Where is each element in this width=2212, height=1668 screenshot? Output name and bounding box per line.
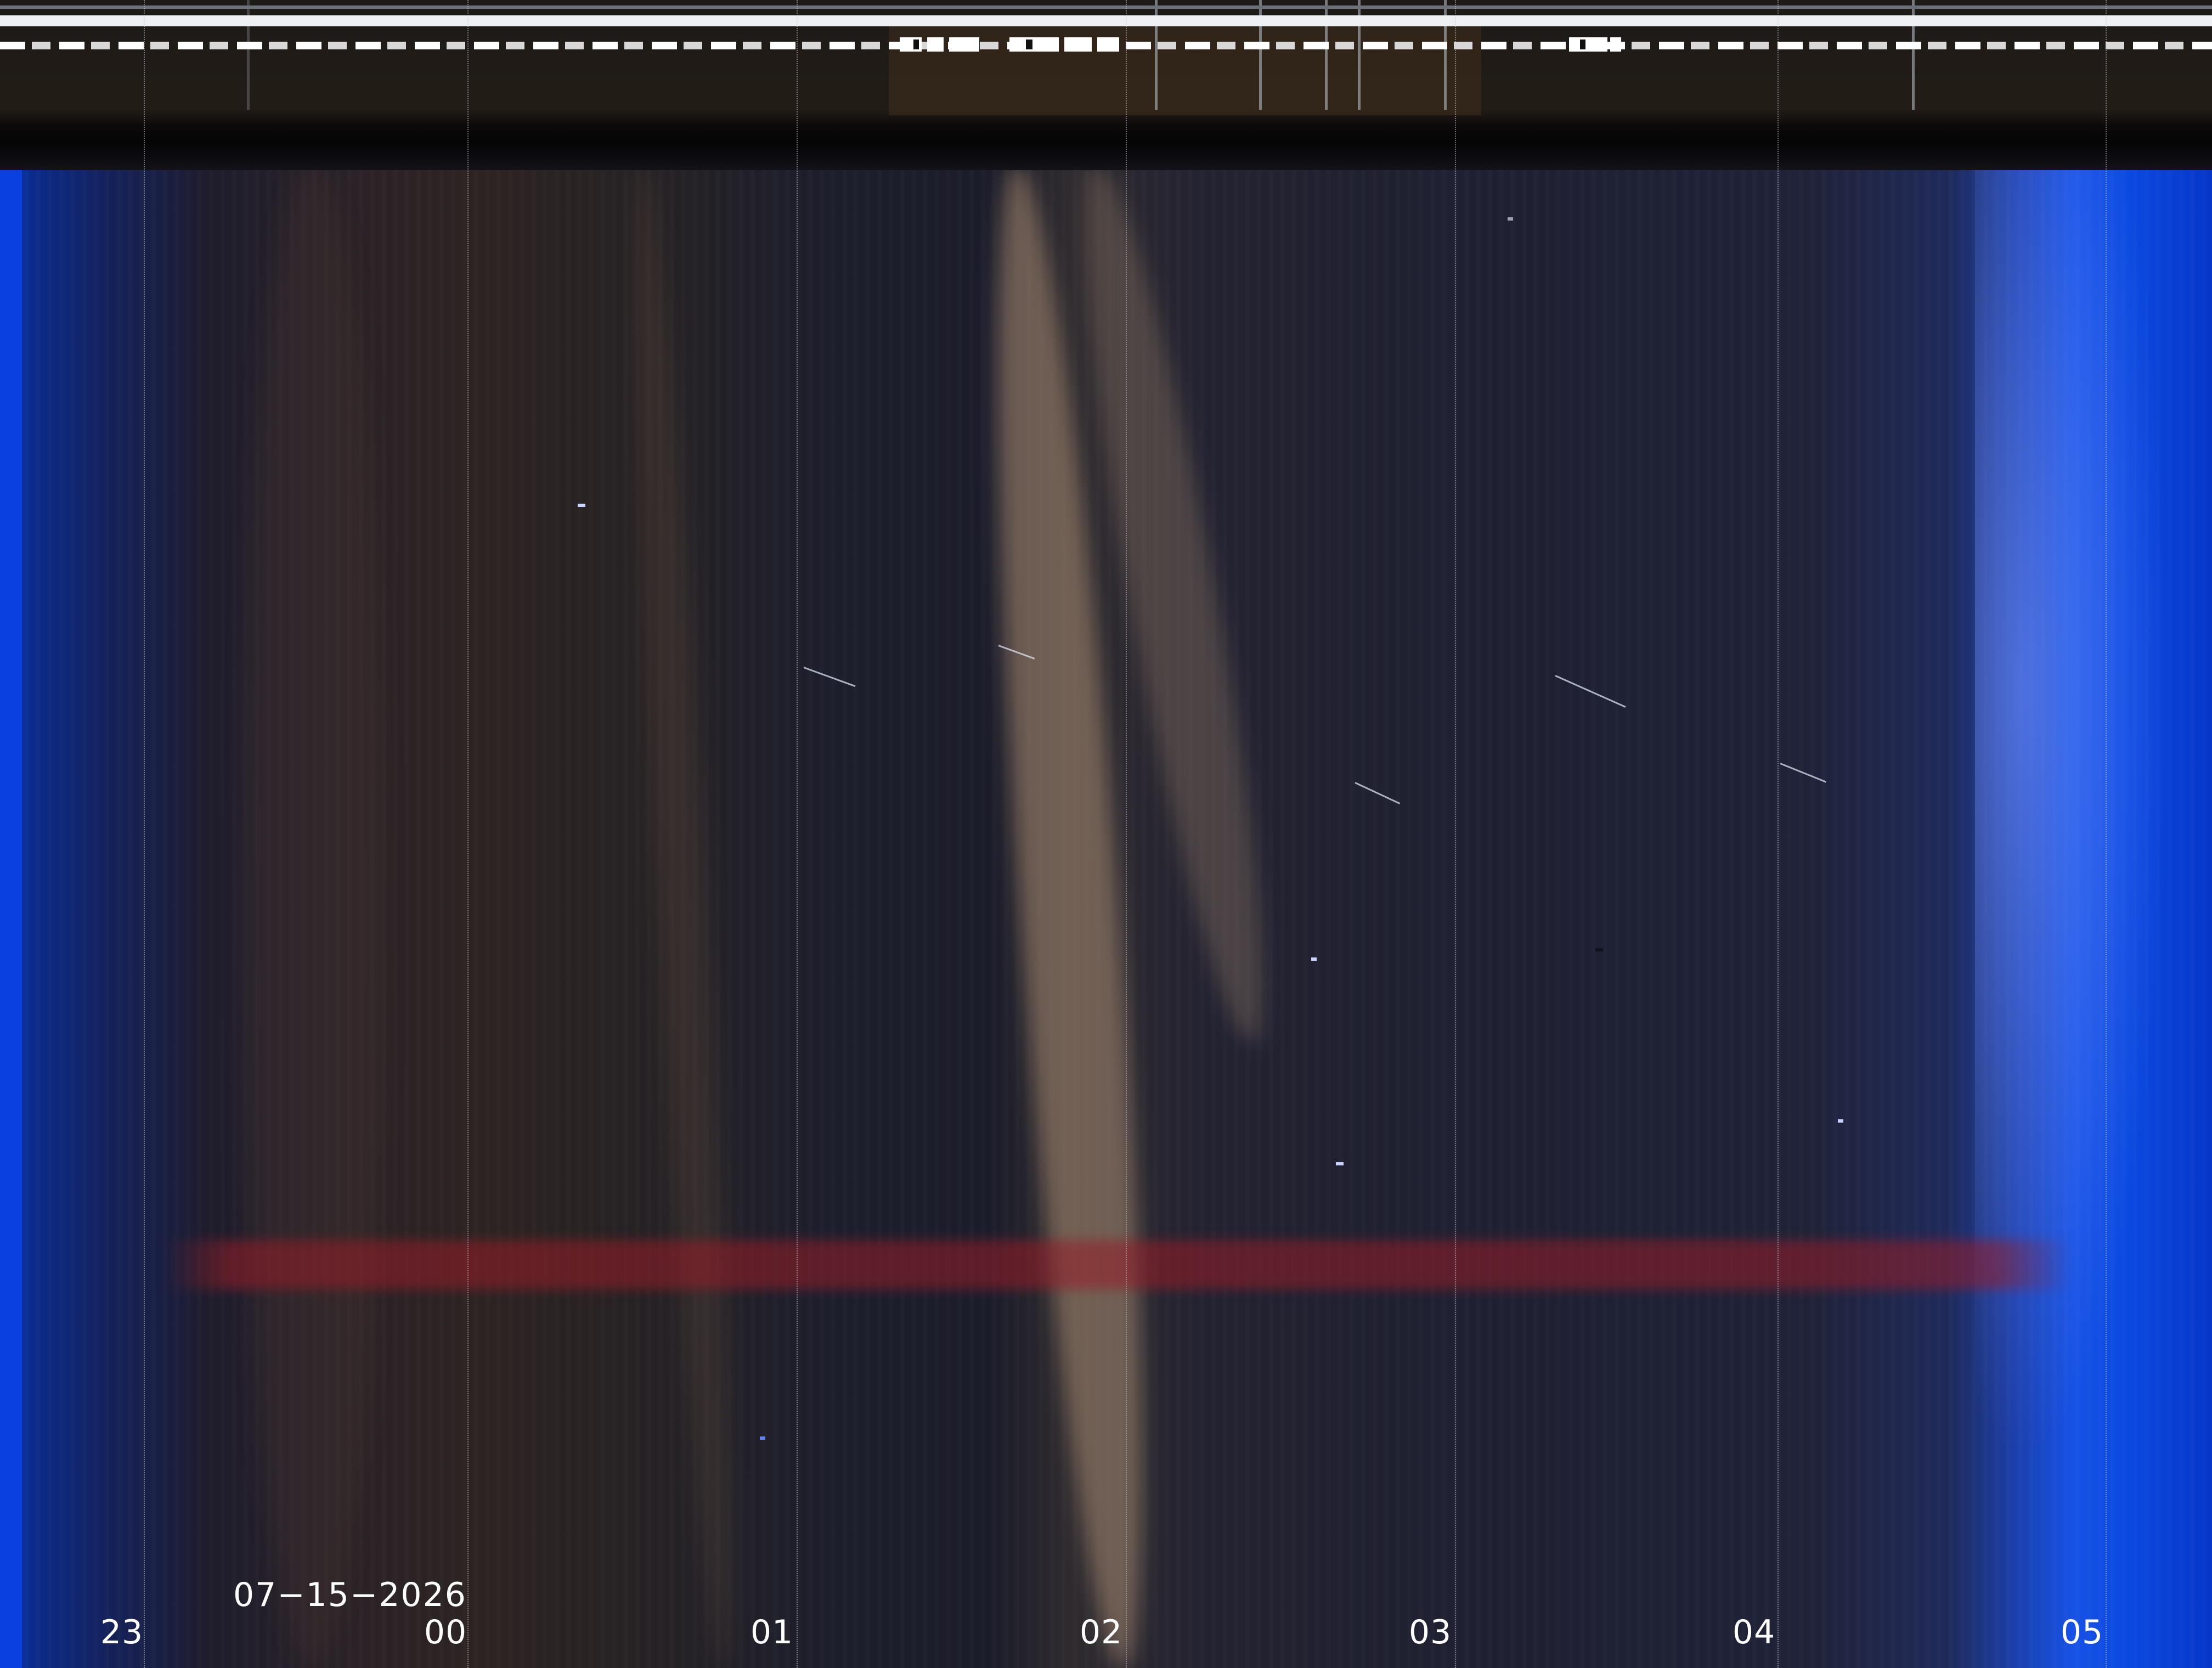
top-bright-stripe — [0, 15, 2212, 26]
data-block — [949, 37, 979, 52]
data-block — [1569, 37, 1607, 52]
star-dot — [760, 1436, 765, 1440]
data-block — [927, 37, 944, 52]
star-dot — [1508, 217, 1513, 221]
hour-label-04: 04 — [1732, 1613, 1776, 1652]
data-block — [1009, 37, 1059, 52]
hour-gridline — [1126, 0, 1127, 1668]
star-dot — [1336, 1162, 1344, 1165]
header-warm-section — [889, 22, 1481, 115]
data-gap — [1580, 40, 1585, 49]
dusk-edge — [0, 165, 22, 1668]
hour-label-05: 05 — [2060, 1613, 2104, 1652]
hour-label-03: 03 — [1408, 1613, 1452, 1652]
hour-gridline — [467, 0, 469, 1668]
hour-gridline — [1455, 0, 1456, 1668]
keogram-image: 07−15−2026 23 00 01 02 03 04 05 — [0, 0, 2212, 1668]
warm-glow-left — [241, 165, 384, 1668]
data-block — [1097, 37, 1119, 52]
data-block — [1610, 37, 1621, 52]
hour-gridline — [1778, 0, 1779, 1668]
hour-label-01: 01 — [750, 1613, 794, 1652]
hour-label-00: 00 — [424, 1613, 467, 1652]
data-gap — [1026, 40, 1032, 49]
star-dot — [1838, 1119, 1843, 1123]
top-thin-stripe — [0, 5, 2212, 9]
data-gap — [913, 40, 919, 49]
star-dot — [1311, 957, 1317, 961]
dawn-glow — [1975, 165, 2212, 1668]
hour-gridline — [2106, 0, 2107, 1668]
date-label: 07−15−2026 — [233, 1576, 467, 1614]
data-block — [1064, 37, 1092, 52]
hour-label-02: 02 — [1079, 1613, 1123, 1652]
hour-gridline — [144, 0, 145, 1668]
star-dot — [1595, 948, 1603, 951]
hour-gridline — [797, 0, 798, 1668]
hour-label-23: 23 — [100, 1613, 144, 1652]
star-dot — [578, 504, 585, 507]
red-horizontal-band — [165, 1240, 2074, 1289]
